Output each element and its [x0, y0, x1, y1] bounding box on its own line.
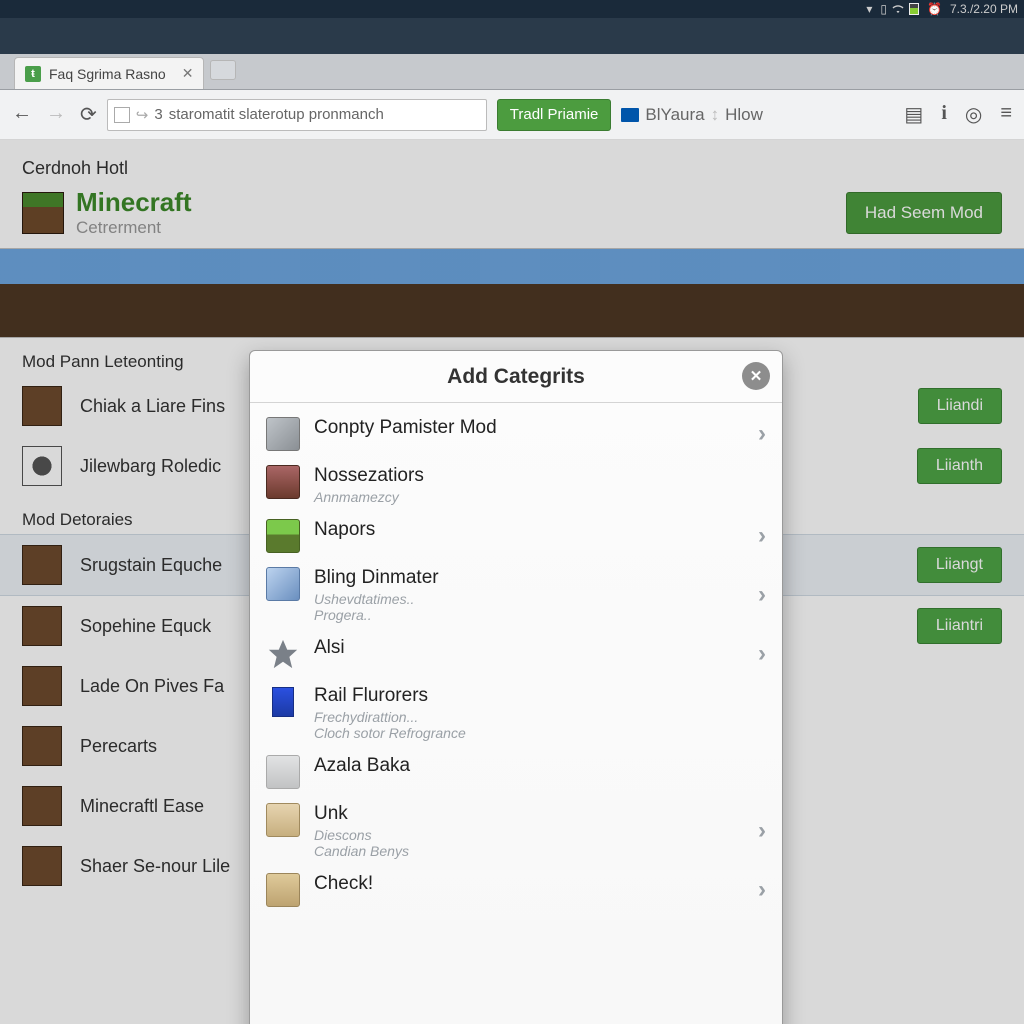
- dialog-title: Add Categrits: [447, 365, 585, 389]
- category-icon: [266, 567, 300, 601]
- category-item[interactable]: Check! ›: [250, 859, 782, 907]
- browser-toolbar: ← → ⟳ ↪ 3 staromatit slaterotup pronmanc…: [0, 90, 1024, 140]
- url-prefix: 3: [154, 106, 162, 123]
- tab-strip: ŧ Faq Sgrima Rasno ✕: [0, 54, 1024, 90]
- category-icon: [266, 465, 300, 499]
- url-bar[interactable]: ↪ 3 staromatit slaterotup pronmanch: [107, 99, 487, 131]
- category-item[interactable]: UnkDiesconsCandian Benys ›: [250, 789, 782, 859]
- signal-icon: ▾: [866, 2, 872, 16]
- chevron-right-icon: ›: [758, 876, 766, 904]
- category-icon: [266, 803, 300, 837]
- url-text: staromatit slaterotup pronmanch: [169, 106, 384, 123]
- category-icon: [266, 417, 300, 451]
- favicon-icon: ŧ: [25, 66, 41, 82]
- battery-icon: [909, 3, 919, 15]
- translate-button[interactable]: Tradl Priamie: [497, 99, 612, 131]
- category-sub: DiesconsCandian Benys: [314, 827, 744, 859]
- compass-icon[interactable]: ◎: [965, 102, 982, 127]
- info-icon[interactable]: i: [941, 102, 947, 127]
- browser-tab[interactable]: ŧ Faq Sgrima Rasno ✕: [14, 57, 204, 89]
- page-actions-icon[interactable]: ▤: [904, 102, 923, 127]
- category-name: Azala Baka: [314, 755, 766, 777]
- category-name: Napors: [314, 519, 744, 541]
- wifi-icon: [891, 3, 905, 15]
- category-icon: [266, 873, 300, 907]
- chevron-right-icon: ›: [758, 522, 766, 550]
- category-item[interactable]: Bling DinmaterUshevdtatimes..Progera.. ›: [250, 553, 782, 623]
- dialog-close-button[interactable]: ✕: [742, 362, 770, 390]
- category-icon: [266, 755, 300, 789]
- category-sub: Ushevdtatimes..Progera..: [314, 591, 744, 623]
- chevron-right-icon: ›: [758, 817, 766, 845]
- android-status-bar: ▾ ▯ ⏰ 7.3./2.20 PM: [0, 0, 1024, 18]
- bookmark-chip[interactable]: BlYaura ↕ Hlow: [621, 105, 763, 125]
- android-nav-bar: [0, 18, 1024, 54]
- tab-close-icon[interactable]: ✕: [182, 65, 194, 82]
- reload-icon[interactable]: ⟳: [80, 102, 97, 127]
- category-name: Nossezatiors: [314, 465, 766, 487]
- page-icon: [114, 107, 130, 123]
- category-item[interactable]: Nossezatiors Annmamezcy: [250, 451, 782, 505]
- pedestal-icon: [266, 685, 300, 719]
- tab-title: Faq Sgrima Rasno: [49, 66, 166, 82]
- category-item[interactable]: Azala Baka: [250, 741, 782, 789]
- briefcase-icon: [621, 108, 639, 122]
- forward-icon[interactable]: →: [46, 102, 66, 127]
- chevron-right-icon: ›: [758, 581, 766, 609]
- category-name: Unk: [314, 803, 744, 825]
- bookmark-sub: Hlow: [725, 105, 763, 125]
- category-name: Conpty Pamister Mod: [314, 417, 744, 439]
- category-icon: [266, 519, 300, 553]
- category-name: Bling Dinmater: [314, 567, 744, 589]
- menu-icon[interactable]: ≡: [1000, 102, 1012, 127]
- add-categories-dialog: Add Categrits ✕ Conpty Pamister Mod › Noss…: [249, 350, 783, 1024]
- chevron-right-icon: ›: [758, 640, 766, 668]
- bookmark-label: BlYaura: [645, 105, 704, 125]
- category-item[interactable]: Alsi ›: [250, 623, 782, 671]
- clock-text: 7.3./2.20 PM: [950, 2, 1018, 16]
- alarm-icon: ⏰: [927, 2, 942, 16]
- category-name: Check!: [314, 873, 744, 895]
- category-item[interactable]: Rail FlurorersFrechydirattion...Cloch so…: [250, 671, 782, 741]
- category-name: Rail Flurorers: [314, 685, 766, 707]
- new-tab-button[interactable]: [210, 60, 236, 80]
- back-icon[interactable]: ←: [12, 102, 32, 127]
- category-name: Alsi: [314, 637, 744, 659]
- category-item[interactable]: Conpty Pamister Mod ›: [250, 403, 782, 451]
- category-sub: Annmamezcy: [314, 489, 766, 505]
- category-item[interactable]: Napors ›: [250, 505, 782, 553]
- chevron-right-icon: ›: [758, 420, 766, 448]
- sd-icon: ▯: [880, 2, 887, 16]
- category-sub: Frechydirattion...Cloch sotor Refrogranc…: [314, 709, 766, 741]
- star-icon: [266, 637, 300, 671]
